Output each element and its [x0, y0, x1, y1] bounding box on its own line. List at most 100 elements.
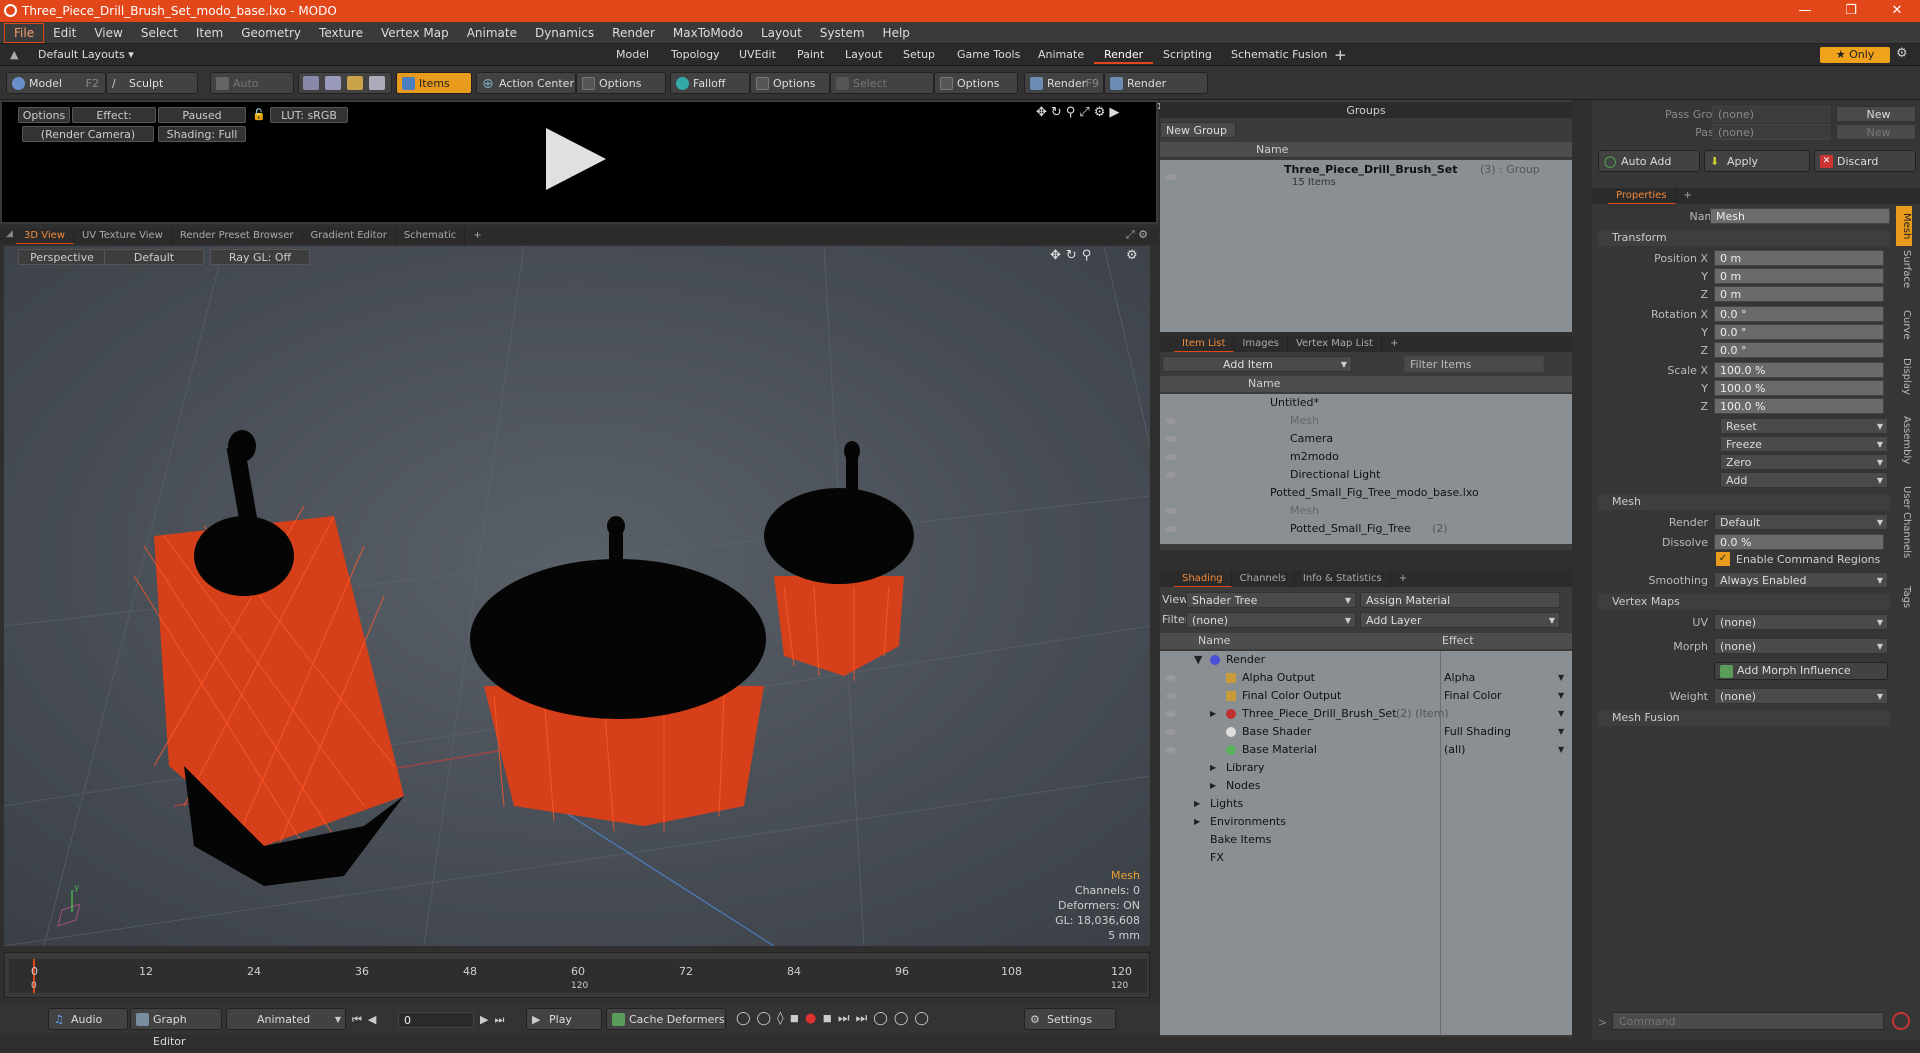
3d-viewport[interactable]: y Perspective Default Ray GL: Off ✥↻⚲ ⚙ …	[4, 246, 1150, 946]
close-button[interactable]: ✕	[1874, 0, 1920, 22]
menu-item[interactable]: Item	[187, 22, 232, 44]
list-item[interactable]: Mesh	[1160, 412, 1572, 430]
menu-texture[interactable]: Texture	[310, 22, 372, 44]
tab-scripting[interactable]: Scripting	[1153, 46, 1222, 64]
tab-gradient-editor[interactable]: Gradient Editor	[303, 228, 396, 244]
menu-geometry[interactable]: Geometry	[232, 22, 310, 44]
graph-editor-button[interactable]: Graph Editor	[130, 1008, 222, 1048]
list-item[interactable]: m2modo	[1160, 448, 1572, 466]
items-mode-button[interactable]: Items	[396, 72, 472, 94]
scale-z-field[interactable]: 100.0 %	[1714, 398, 1884, 414]
style-dropdown[interactable]: Default	[104, 249, 204, 265]
tab-render-preset-browser[interactable]: Render Preset Browser	[172, 228, 303, 244]
edges-mode-icon[interactable]	[325, 76, 341, 90]
shader-row[interactable]: ▶ Nodes	[1160, 777, 1572, 795]
render-dropdown[interactable]: Default ▼	[1714, 514, 1888, 530]
tab-vertex-map-list[interactable]: Vertex Map List	[1288, 336, 1383, 352]
list-item[interactable]: Potted_Small_Fig_Tree (2)	[1160, 520, 1572, 538]
add-dropdown[interactable]: Add ▼	[1720, 472, 1888, 488]
gear-icon[interactable]: ⚙	[1896, 46, 1908, 61]
audio-button[interactable]: ♫ Audio	[48, 1008, 128, 1030]
shader-row[interactable]: FX	[1160, 849, 1572, 867]
passes-dropdown[interactable]: (none)	[1712, 124, 1830, 140]
add-layout-tab-button[interactable]: +	[1334, 46, 1347, 64]
scale-x-field[interactable]: 100.0 %	[1714, 362, 1884, 378]
menu-system[interactable]: System	[811, 22, 874, 44]
shader-row[interactable]: Base Material (all) ▼	[1160, 741, 1572, 759]
eye-icon[interactable]	[1166, 454, 1176, 460]
transport-forward-icons[interactable]: ▶⏭	[480, 1013, 510, 1027]
side-tab-mesh[interactable]: Mesh	[1896, 206, 1912, 246]
frame-input[interactable]: 0	[398, 1012, 474, 1028]
add-list-tab-button[interactable]: +	[1382, 336, 1406, 352]
new-group-button[interactable]: New Group	[1160, 122, 1236, 138]
perspective-dropdown[interactable]: Perspective	[18, 249, 106, 265]
viewport-nav-icons[interactable]: ✥↻⚲	[1050, 248, 1096, 263]
side-tab-display[interactable]: Display	[1896, 358, 1912, 412]
add-properties-tab-button[interactable]: +	[1676, 188, 1700, 204]
auto-select-button[interactable]: Auto Select	[210, 72, 294, 112]
play-button[interactable]: ▶ Play	[526, 1008, 602, 1030]
collapse-icon[interactable]: ▲	[10, 48, 18, 61]
command-input[interactable]	[1612, 1012, 1884, 1030]
menu-select[interactable]: Select	[132, 22, 187, 44]
vertices-mode-icon[interactable]	[303, 76, 319, 90]
list-item[interactable]: Directional Light	[1160, 466, 1572, 484]
preview-options-button[interactable]: Options	[18, 107, 70, 123]
eye-icon[interactable]	[1166, 747, 1176, 753]
side-tab-user-channels[interactable]: User Channels	[1896, 486, 1912, 582]
pass-groups-dropdown[interactable]: (none)	[1712, 106, 1830, 122]
tab-topology[interactable]: Topology	[661, 46, 730, 64]
add-morph-influence-button[interactable]: Add Morph Influence	[1714, 662, 1888, 680]
new-pass-button[interactable]: New	[1836, 124, 1916, 140]
tab-info-statistics[interactable]: Info & Statistics	[1295, 571, 1391, 587]
rotation-y-field[interactable]: 0.0 °	[1714, 324, 1884, 340]
maximize-button[interactable]: ❐	[1828, 0, 1874, 22]
shader-row[interactable]: ▶ Lights	[1160, 795, 1572, 813]
stop-command-icon[interactable]	[1892, 1012, 1910, 1030]
grip-icon[interactable]: ◢	[6, 229, 13, 239]
render-button[interactable]: Render F9	[1024, 72, 1104, 94]
default-layouts-dropdown[interactable]: Default Layouts ▾	[38, 48, 134, 61]
key-tools-icons[interactable]: ◯◯◊◾●◾⏭⏭◯◯◯	[736, 1011, 935, 1026]
eye-icon[interactable]	[1166, 526, 1176, 532]
menu-vertex-map[interactable]: Vertex Map	[372, 22, 458, 44]
eye-icon[interactable]	[1166, 174, 1176, 180]
falloff-options-button[interactable]: Options	[750, 72, 830, 94]
shader-row[interactable]: Base Shader Full Shading ▼	[1160, 723, 1572, 741]
apply-button[interactable]: ⬇ Apply	[1704, 150, 1810, 172]
menu-file[interactable]: File	[4, 22, 45, 43]
rotation-z-field[interactable]: 0.0 °	[1714, 342, 1884, 358]
tab-model[interactable]: Model	[606, 46, 659, 64]
menu-view[interactable]: View	[85, 22, 131, 44]
viewport-tab-controls[interactable]: ⤢ ⚙	[1126, 228, 1148, 242]
weight-dropdown[interactable]: (none) ▼	[1714, 688, 1888, 704]
list-item[interactable]: Mesh	[1160, 502, 1572, 520]
timeline[interactable]: 0 12 24 36 48 60 72 84 96 108 120 0 120 …	[4, 952, 1150, 998]
tab-item-list[interactable]: Item List	[1174, 336, 1235, 352]
tab-render[interactable]: Render	[1094, 46, 1154, 64]
add-viewport-tab-button[interactable]: +	[465, 228, 489, 244]
tab-setup[interactable]: Setup	[893, 46, 945, 64]
viewport-gear-icon[interactable]: ⚙	[1126, 248, 1138, 263]
eye-icon[interactable]	[1166, 693, 1176, 699]
add-layer-dropdown[interactable]: Add Layer ▼	[1360, 612, 1560, 628]
menu-help[interactable]: Help	[874, 22, 919, 44]
sculpt-mode-button[interactable]: ∕ Sculpt	[106, 72, 198, 94]
model-mode-button[interactable]: Model F2	[6, 72, 106, 94]
paused-button[interactable]: Paused	[158, 107, 246, 123]
add-item-dropdown[interactable]: Add Item ▼	[1162, 356, 1352, 372]
scale-y-field[interactable]: 100.0 %	[1714, 380, 1884, 396]
lut-dropdown[interactable]: LUT: sRGB	[270, 107, 348, 123]
shader-row[interactable]: Bake Items	[1160, 831, 1572, 849]
shader-row[interactable]: Alpha Output Alpha ▼	[1160, 669, 1572, 687]
menu-animate[interactable]: Animate	[458, 22, 526, 44]
freeze-dropdown[interactable]: Freeze ▼	[1720, 436, 1888, 452]
eye-icon[interactable]	[1166, 675, 1176, 681]
position-y-field[interactable]: 0 m	[1714, 268, 1884, 284]
materials-mode-icon[interactable]	[369, 76, 385, 90]
side-tab-curve[interactable]: Curve	[1896, 310, 1912, 354]
auto-add-button[interactable]: ◯ Auto Add	[1598, 150, 1700, 172]
tab-animate[interactable]: Animate	[1028, 46, 1094, 64]
settings-button[interactable]: ⚙ Settings	[1024, 1008, 1116, 1030]
